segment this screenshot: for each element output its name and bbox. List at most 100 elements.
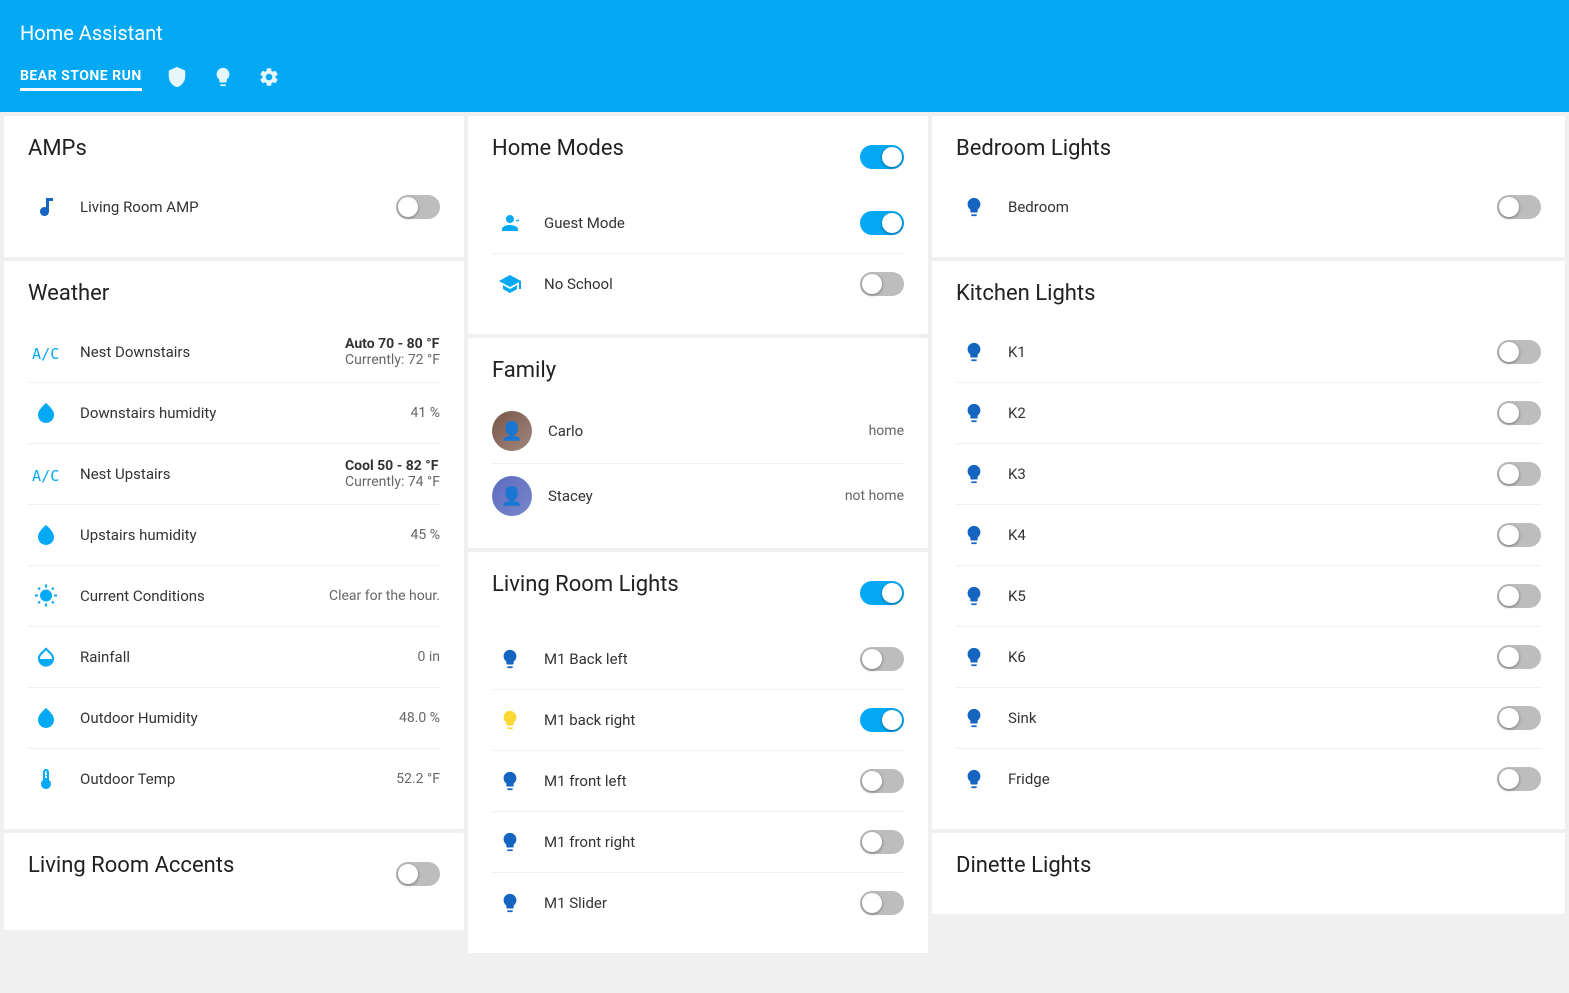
downstairs-humidity-value: 41 %	[411, 405, 440, 421]
m1-back-right-label: M1 back right	[544, 711, 860, 729]
bedroom-lights-title: Bedroom Lights	[956, 136, 1541, 161]
carlo-row: 👤 Carlo home	[492, 399, 904, 464]
kitchen-k3-label: K3	[1008, 465, 1497, 483]
kitchen-k6-label: K6	[1008, 648, 1497, 666]
m1-slider-toggle[interactable]	[860, 891, 904, 915]
kitchen-k4-toggle[interactable]	[1497, 523, 1541, 547]
no-school-row: No School	[492, 254, 904, 314]
kitchen-bulb-icon-3	[956, 517, 992, 553]
app-title: Home Assistant	[20, 11, 1549, 45]
living-room-amp-toggle[interactable]	[396, 195, 440, 219]
ac-icon-upstairs: A/C	[28, 456, 64, 492]
weather-title: Weather	[28, 281, 440, 306]
guest-mode-toggle[interactable]	[860, 211, 904, 235]
m1-front-left-row: M1 front left	[492, 751, 904, 812]
school-icon	[492, 266, 528, 302]
kitchen-k4-label: K4	[1008, 526, 1497, 544]
outdoor-humidity-icon	[28, 700, 64, 736]
m1-front-left-toggle[interactable]	[860, 769, 904, 793]
col-left: AMPs Living Room AMP Weather	[4, 116, 464, 989]
home-modes-title: Home Modes	[492, 136, 624, 161]
humidity-icon-down	[28, 395, 64, 431]
stacey-name: Stacey	[548, 487, 845, 505]
m1-back-right-toggle[interactable]	[860, 708, 904, 732]
m1-back-left-toggle[interactable]	[860, 647, 904, 671]
carlo-name: Carlo	[548, 422, 869, 440]
m1-front-left-label: M1 front left	[544, 772, 860, 790]
kitchen-k1-toggle[interactable]	[1497, 340, 1541, 364]
guest-mode-label: Guest Mode	[544, 214, 860, 232]
music-icon	[28, 189, 64, 225]
kitchen-sink-label: Sink	[1008, 709, 1497, 727]
kitchen-bulb-icon-5	[956, 639, 992, 675]
thermometer-icon	[28, 761, 64, 797]
svg-text:A/C: A/C	[32, 467, 59, 485]
shield-icon[interactable]	[166, 66, 188, 93]
living-room-accents-panel: Living Room Accents	[4, 833, 464, 930]
weather-panel: Weather A/C Nest Downstairs Auto 70 - 80…	[4, 261, 464, 829]
home-modes-master-toggle[interactable]	[860, 145, 904, 169]
kitchen-k6-toggle[interactable]	[1497, 645, 1541, 669]
m1-slider-label: M1 Slider	[544, 894, 860, 912]
outdoor-humidity-row: Outdoor Humidity 48.0 %	[28, 688, 440, 749]
upstairs-humidity-label: Upstairs humidity	[80, 526, 411, 544]
gear-icon[interactable]	[258, 66, 280, 93]
dinette-lights-title: Dinette Lights	[956, 853, 1541, 878]
kitchen-k3-row: K3	[956, 444, 1541, 505]
person-icon	[492, 205, 528, 241]
outdoor-temp-value: 52.2 °F	[396, 771, 440, 787]
living-room-accents-title: Living Room Accents	[28, 853, 234, 878]
bedroom-bulb-icon	[956, 189, 992, 225]
kitchen-fridge-row: Fridge	[956, 749, 1541, 809]
outdoor-temp-row: Outdoor Temp 52.2 °F	[28, 749, 440, 809]
m1-front-right-label: M1 front right	[544, 833, 860, 851]
kitchen-bulb-icon-6	[956, 700, 992, 736]
stacey-status: not home	[845, 488, 904, 504]
m1-front-right-toggle[interactable]	[860, 830, 904, 854]
living-room-lights-panel: Living Room Lights M1 Back left	[468, 552, 928, 953]
rainfall-value: 0 in	[418, 649, 440, 665]
current-conditions-value: Clear for the hour.	[329, 588, 440, 604]
living-room-accents-toggle[interactable]	[396, 862, 440, 886]
kitchen-bulb-icon-7	[956, 761, 992, 797]
bulb-icon-m1-front-right	[492, 824, 528, 860]
rainfall-label: Rainfall	[80, 648, 418, 666]
app-root: Home Assistant BEAR STONE RUN AMPs	[0, 0, 1569, 993]
header-nav: BEAR STONE RUN	[20, 66, 1549, 101]
living-room-lights-master-toggle[interactable]	[860, 581, 904, 605]
no-school-toggle[interactable]	[860, 272, 904, 296]
upstairs-humidity-row: Upstairs humidity 45 %	[28, 505, 440, 566]
bulb-icon-m1-back-left	[492, 641, 528, 677]
kitchen-k2-row: K2	[956, 383, 1541, 444]
kitchen-sink-toggle[interactable]	[1497, 706, 1541, 730]
rain-icon	[28, 639, 64, 675]
family-title: Family	[492, 358, 904, 383]
kitchen-bulb-icon-2	[956, 456, 992, 492]
home-modes-panel: Home Modes Guest Mode	[468, 116, 928, 334]
kitchen-k2-toggle[interactable]	[1497, 401, 1541, 425]
m1-slider-row: M1 Slider	[492, 873, 904, 933]
kitchen-lights-title: Kitchen Lights	[956, 281, 1541, 306]
stacey-avatar: 👤	[492, 476, 532, 516]
svg-text:A/C: A/C	[32, 345, 59, 363]
m1-front-right-row: M1 front right	[492, 812, 904, 873]
kitchen-k5-toggle[interactable]	[1497, 584, 1541, 608]
header: Home Assistant BEAR STONE RUN	[0, 0, 1569, 112]
col-mid: Home Modes Guest Mode	[468, 116, 928, 989]
family-panel: Family 👤 Carlo home 👤 Stacey not home	[468, 338, 928, 548]
m1-back-right-row: M1 back right	[492, 690, 904, 751]
nav-home-label[interactable]: BEAR STONE RUN	[20, 68, 142, 91]
living-room-lights-title: Living Room Lights	[492, 572, 679, 597]
kitchen-lights-panel: Kitchen Lights K1 K2 K3	[932, 261, 1565, 829]
bulb-icon-m1-slider	[492, 885, 528, 921]
m1-back-left-label: M1 Back left	[544, 650, 860, 668]
kitchen-fridge-label: Fridge	[1008, 770, 1497, 788]
kitchen-sink-row: Sink	[956, 688, 1541, 749]
humidity-icon-up	[28, 517, 64, 553]
kitchen-k3-toggle[interactable]	[1497, 462, 1541, 486]
bedroom-toggle[interactable]	[1497, 195, 1541, 219]
sun-icon	[28, 578, 64, 614]
lightbulb-icon[interactable]	[212, 66, 234, 93]
bulb-icon-m1-front-left	[492, 763, 528, 799]
kitchen-fridge-toggle[interactable]	[1497, 767, 1541, 791]
